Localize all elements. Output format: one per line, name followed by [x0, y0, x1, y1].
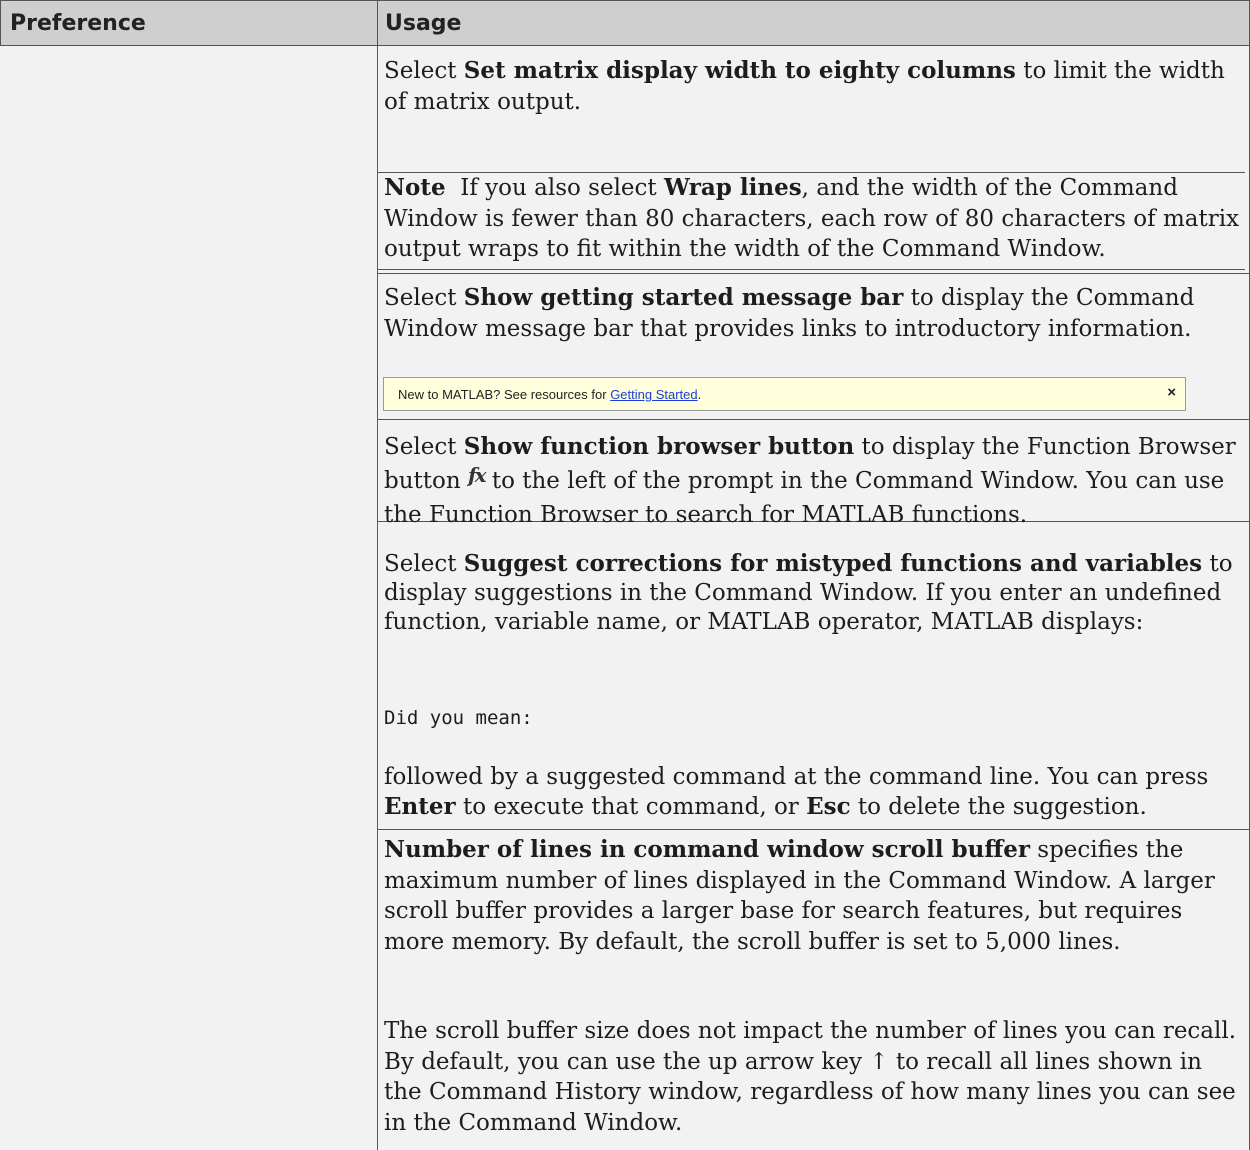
header-preference: Preference	[10, 11, 146, 36]
wrap-lines-option: Wrap lines	[663, 174, 802, 201]
scroll-buffer-description: Number of lines in command window scroll…	[384, 836, 1215, 955]
matrix-width-description: Select Set matrix display width to eight…	[384, 57, 1225, 115]
header-usage: Usage	[385, 11, 462, 36]
function-browser-option: Show function browser button	[463, 433, 855, 460]
did-you-mean-code: Did you mean:	[384, 707, 533, 729]
function-browser-icon: fx	[468, 463, 486, 487]
suggest-corrections-option: Suggest corrections for mistyped functio…	[463, 550, 1203, 577]
esc-key: Esc	[806, 793, 851, 820]
suggestion-followup-text: followed by a suggested command at the c…	[384, 764, 1209, 820]
note-text: Note If you also select Wrap lines, and …	[384, 174, 1240, 262]
table-border-left	[0, 0, 1, 46]
getting-started-link[interactable]: Getting Started	[610, 387, 697, 402]
row-divider	[377, 829, 1249, 830]
enter-key: Enter	[384, 793, 456, 820]
suggest-corrections-description: Select Suggest corrections for mistyped …	[384, 550, 1233, 635]
matrix-width-option: Set matrix display width to eighty colum…	[463, 57, 1016, 84]
scroll-buffer-option: Number of lines in command window scroll…	[384, 836, 1030, 863]
message-bar-option: Show getting started message bar	[463, 284, 904, 311]
scroll-buffer-note: The scroll buffer size does not impact t…	[384, 1018, 1237, 1136]
close-icon[interactable]: ×	[1167, 384, 1176, 401]
function-browser-description: Select Show function browser button to d…	[384, 433, 1236, 528]
getting-started-message-bar: New to MATLAB? See resources for Getting…	[383, 377, 1186, 411]
table-header: Preference Usage	[0, 0, 1250, 46]
row-divider	[377, 273, 1249, 274]
note-label: Note	[384, 174, 446, 201]
note-bottom-rule	[377, 269, 1245, 270]
message-bar-description: Select Show getting started message bar …	[384, 284, 1195, 342]
row-divider	[377, 419, 1249, 420]
